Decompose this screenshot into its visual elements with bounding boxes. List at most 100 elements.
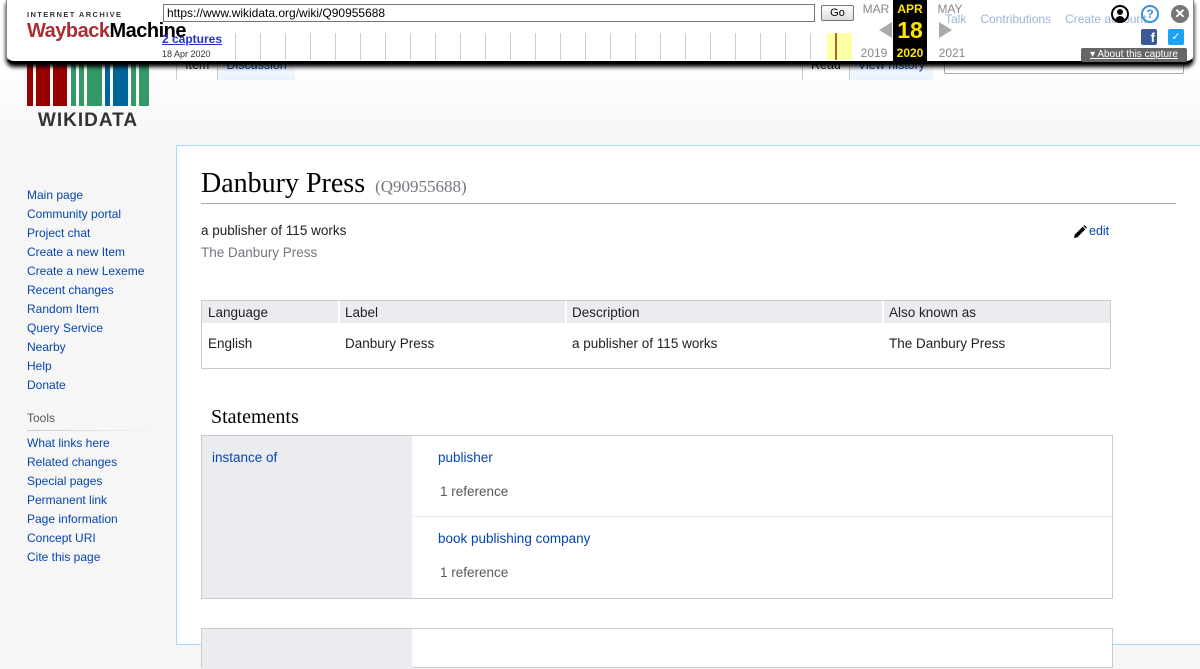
current-capture-date: APR 18 2020 — [893, 0, 927, 62]
sidebar-item-nearby[interactable]: Nearby — [27, 338, 157, 357]
sidebar-navigation: Main page Community portal Project chat … — [27, 186, 157, 395]
sparkline-capture-mark — [835, 33, 837, 60]
wayback-capture-date: 18 Apr 2020 — [162, 49, 211, 59]
next-year-link[interactable]: 2021 — [935, 46, 969, 60]
wayback-captures-link[interactable]: 2 captures — [162, 32, 222, 46]
sidebar-item-special-pages[interactable]: Special pages — [27, 472, 157, 491]
page-title: Danbury Press (Q90955688) — [201, 168, 1176, 204]
cell-language: English — [208, 336, 253, 351]
facebook-icon[interactable]: f — [1141, 29, 1157, 45]
wayback-go-button[interactable]: Go — [821, 5, 854, 21]
edit-label: edit — [1089, 224, 1110, 238]
value-publisher[interactable]: publisher — [438, 450, 493, 465]
sidebar-item-create-item[interactable]: Create a new Item — [27, 243, 157, 262]
column-separator — [565, 301, 567, 323]
prev-year-link[interactable]: 2019 — [857, 46, 891, 60]
sparkline-year-divider — [635, 33, 636, 60]
sidebar-item-query-service[interactable]: Query Service — [27, 319, 157, 338]
sidebar-item-cite-this-page[interactable]: Cite this page — [27, 548, 157, 567]
sidebar-tools: What links here Related changes Special … — [27, 434, 157, 567]
sidebar-item-donate[interactable]: Donate — [27, 376, 157, 395]
sparkline-year-divider — [435, 33, 436, 60]
sparkline-year-divider — [610, 33, 611, 60]
sparkline-year-divider — [310, 33, 311, 60]
pencil-icon — [1074, 224, 1087, 238]
sparkline-year-divider — [585, 33, 586, 60]
wayback-logo-wordmark: WaybackMachine — [27, 20, 186, 42]
wayback-url-input[interactable]: https://www.wikidata.org/wiki/Q90955688 — [163, 4, 815, 22]
sparkline-year-divider — [410, 33, 411, 60]
next-capture-arrow-icon[interactable] — [939, 22, 952, 38]
item-description: a publisher of 115 works — [201, 223, 347, 238]
close-icon[interactable]: ✕ — [1171, 5, 1189, 23]
cell-also-known-as: The Danbury Press — [889, 336, 1006, 351]
statement-row: book publishing company 1 reference — [412, 517, 1112, 598]
twitter-icon[interactable]: ✓ — [1168, 29, 1184, 45]
column-separator — [882, 301, 884, 323]
wayback-icon-group: ? ✕ — [1111, 5, 1193, 25]
next-month-link[interactable]: MAY — [933, 2, 967, 16]
user-icon[interactable] — [1111, 5, 1129, 23]
prev-capture-arrow-icon[interactable] — [879, 22, 892, 38]
sparkline-year-divider — [560, 33, 561, 60]
sparkline-year-divider — [335, 33, 336, 60]
sparkline-current-year — [827, 33, 852, 60]
header-language: Language — [208, 305, 269, 320]
sidebar-item-concept-uri[interactable]: Concept URI — [27, 529, 157, 548]
sidebar-item-what-links-here[interactable]: What links here — [27, 434, 157, 453]
property-column: instance of — [202, 436, 412, 598]
cell-description: a publisher of 115 works — [572, 336, 718, 351]
sidebar-tools-heading: Tools — [27, 411, 157, 431]
sidebar-item-create-lexeme[interactable]: Create a new Lexeme — [27, 262, 157, 281]
sparkline-year-divider — [660, 33, 661, 60]
sidebar-item-random-item[interactable]: Random Item — [27, 300, 157, 319]
statements-heading: Statements — [211, 406, 299, 428]
sidebar-item-help[interactable]: Help — [27, 357, 157, 376]
sidebar-item-main-page[interactable]: Main page — [27, 186, 157, 205]
references-toggle[interactable]: 1 reference — [440, 565, 508, 580]
wikidata-wordmark: WIKIDATA — [37, 110, 139, 131]
item-qid: (Q90955688) — [375, 177, 467, 196]
edit-button[interactable]: edit — [1073, 224, 1109, 239]
references-toggle[interactable]: 1 reference — [440, 484, 508, 499]
sparkline-year-divider — [385, 33, 386, 60]
sidebar-item-recent-changes[interactable]: Recent changes — [27, 281, 157, 300]
statement-group-instance-of: instance of publisher 1 reference book p… — [201, 435, 1113, 599]
value-book-publishing-company[interactable]: book publishing company — [438, 531, 590, 546]
sidebar-item-related-changes[interactable]: Related changes — [27, 453, 157, 472]
header-description: Description — [572, 305, 640, 320]
sidebar-item-page-information[interactable]: Page information — [27, 510, 157, 529]
wayback-sparkline[interactable] — [227, 33, 852, 60]
wayback-logo-top: INTERNET ARCHIVE — [27, 10, 123, 19]
sidebar-item-community-portal[interactable]: Community portal — [27, 205, 157, 224]
item-alias: The Danbury Press — [201, 245, 318, 260]
sidebar-item-project-chat[interactable]: Project chat — [27, 224, 157, 243]
sidebar-item-permanent-link[interactable]: Permanent link — [27, 491, 157, 510]
current-day: 18 — [897, 17, 923, 43]
property-instance-of[interactable]: instance of — [212, 450, 277, 465]
sparkline-year-divider — [285, 33, 286, 60]
sparkline-year-divider — [535, 33, 536, 60]
sparkline-year-divider — [685, 33, 686, 60]
sparkline-year-divider — [260, 33, 261, 60]
wayback-calendar: MAR MAY 2019 2021 APR 18 2020 — [857, 0, 973, 62]
help-icon[interactable]: ? — [1141, 5, 1159, 23]
current-month: APR — [897, 2, 923, 16]
sparkline-year-divider — [785, 33, 786, 60]
sparkline-year-divider — [460, 33, 461, 60]
cell-label: Danbury Press — [345, 336, 435, 351]
wayback-logo[interactable]: INTERNET ARCHIVE WaybackMachine — [27, 10, 186, 50]
wayback-toolbar: INTERNET ARCHIVE WaybackMachine https://… — [6, 0, 1194, 64]
item-label: Danbury Press — [201, 168, 366, 199]
sparkline-year-divider — [485, 33, 486, 60]
sparkline-year-divider — [735, 33, 736, 60]
prev-month-link[interactable]: MAR — [859, 2, 893, 16]
sparkline-year-divider — [510, 33, 511, 60]
about-capture-button[interactable]: ▾ About this capture — [1081, 48, 1187, 62]
sidebar: Main page Community portal Project chat … — [27, 186, 157, 567]
language-table: Language Label Description Also known as… — [201, 300, 1111, 369]
main-content: Danbury Press (Q90955688) a publisher of … — [176, 145, 1200, 669]
top-link-contributions[interactable]: Contributions — [980, 12, 1051, 26]
statement-group-next — [201, 628, 1113, 669]
header-also-known-as: Also known as — [889, 305, 977, 320]
